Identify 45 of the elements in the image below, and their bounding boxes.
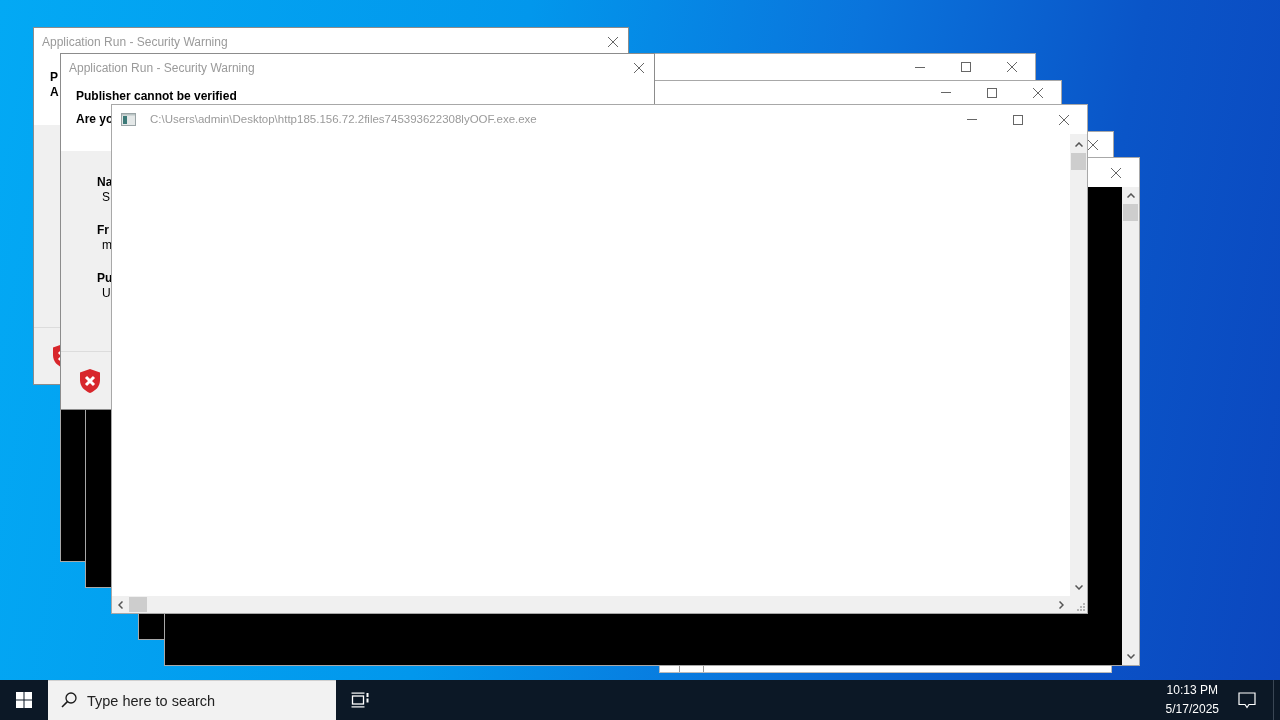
field-value: m xyxy=(102,238,112,253)
window-icon xyxy=(121,113,136,126)
dialog-text: Publisher cannot be verified xyxy=(76,89,237,104)
field-value: S xyxy=(102,190,110,205)
close-icon xyxy=(1111,167,1121,178)
shield-cross-icon xyxy=(79,367,101,394)
speech-bubble-icon xyxy=(1238,691,1256,709)
dialog-text: A xyxy=(50,85,59,100)
caret-left-icon[interactable] xyxy=(118,600,123,609)
task-view-icon xyxy=(351,692,369,708)
window-title: Application Run - Security Warning xyxy=(69,60,255,76)
minimize-icon xyxy=(915,66,925,68)
close-icon xyxy=(1059,114,1069,125)
windows-logo-icon xyxy=(16,692,32,708)
maximize-icon xyxy=(961,62,971,72)
scrollbar-thumb[interactable] xyxy=(1071,153,1086,170)
caret-up-icon[interactable] xyxy=(1126,193,1135,198)
vertical-scrollbar[interactable] xyxy=(1122,187,1139,665)
window-title: C:\Users\admin\Desktop\http185.156.72.2files745393622308lyOOF.exe.exe xyxy=(150,112,537,127)
caret-down-icon[interactable] xyxy=(1126,654,1135,659)
close-icon xyxy=(1007,62,1017,72)
caret-right-icon[interactable] xyxy=(1059,600,1064,609)
field-value: U xyxy=(102,286,111,301)
close-icon xyxy=(1088,139,1098,150)
close-icon xyxy=(1033,87,1043,98)
field-label: Pu xyxy=(97,271,113,286)
clock-button[interactable]: 10:13 PM 5/17/2025 xyxy=(1157,680,1227,720)
minimize-icon xyxy=(967,119,977,120)
resize-grip-icon[interactable] xyxy=(1077,603,1085,611)
caret-down-icon[interactable] xyxy=(1074,585,1083,590)
window-title: Application Run - Security Warning xyxy=(42,34,228,50)
close-icon xyxy=(608,37,618,47)
search-field[interactable]: Type here to search xyxy=(48,680,336,720)
maximize-icon xyxy=(1013,114,1023,125)
maximize-icon xyxy=(987,87,997,98)
horizontal-scrollbar[interactable] xyxy=(112,596,1070,613)
scrollbar-thumb[interactable] xyxy=(1123,204,1138,221)
close-icon xyxy=(634,63,644,73)
search-icon xyxy=(61,692,77,708)
caret-up-icon[interactable] xyxy=(1074,142,1083,147)
dialog-text: P xyxy=(50,70,58,85)
vertical-scrollbar[interactable] xyxy=(1070,134,1087,596)
field-label: Fr xyxy=(97,223,109,238)
minimize-icon xyxy=(941,92,951,93)
scrollbar-thumb[interactable] xyxy=(129,597,147,612)
